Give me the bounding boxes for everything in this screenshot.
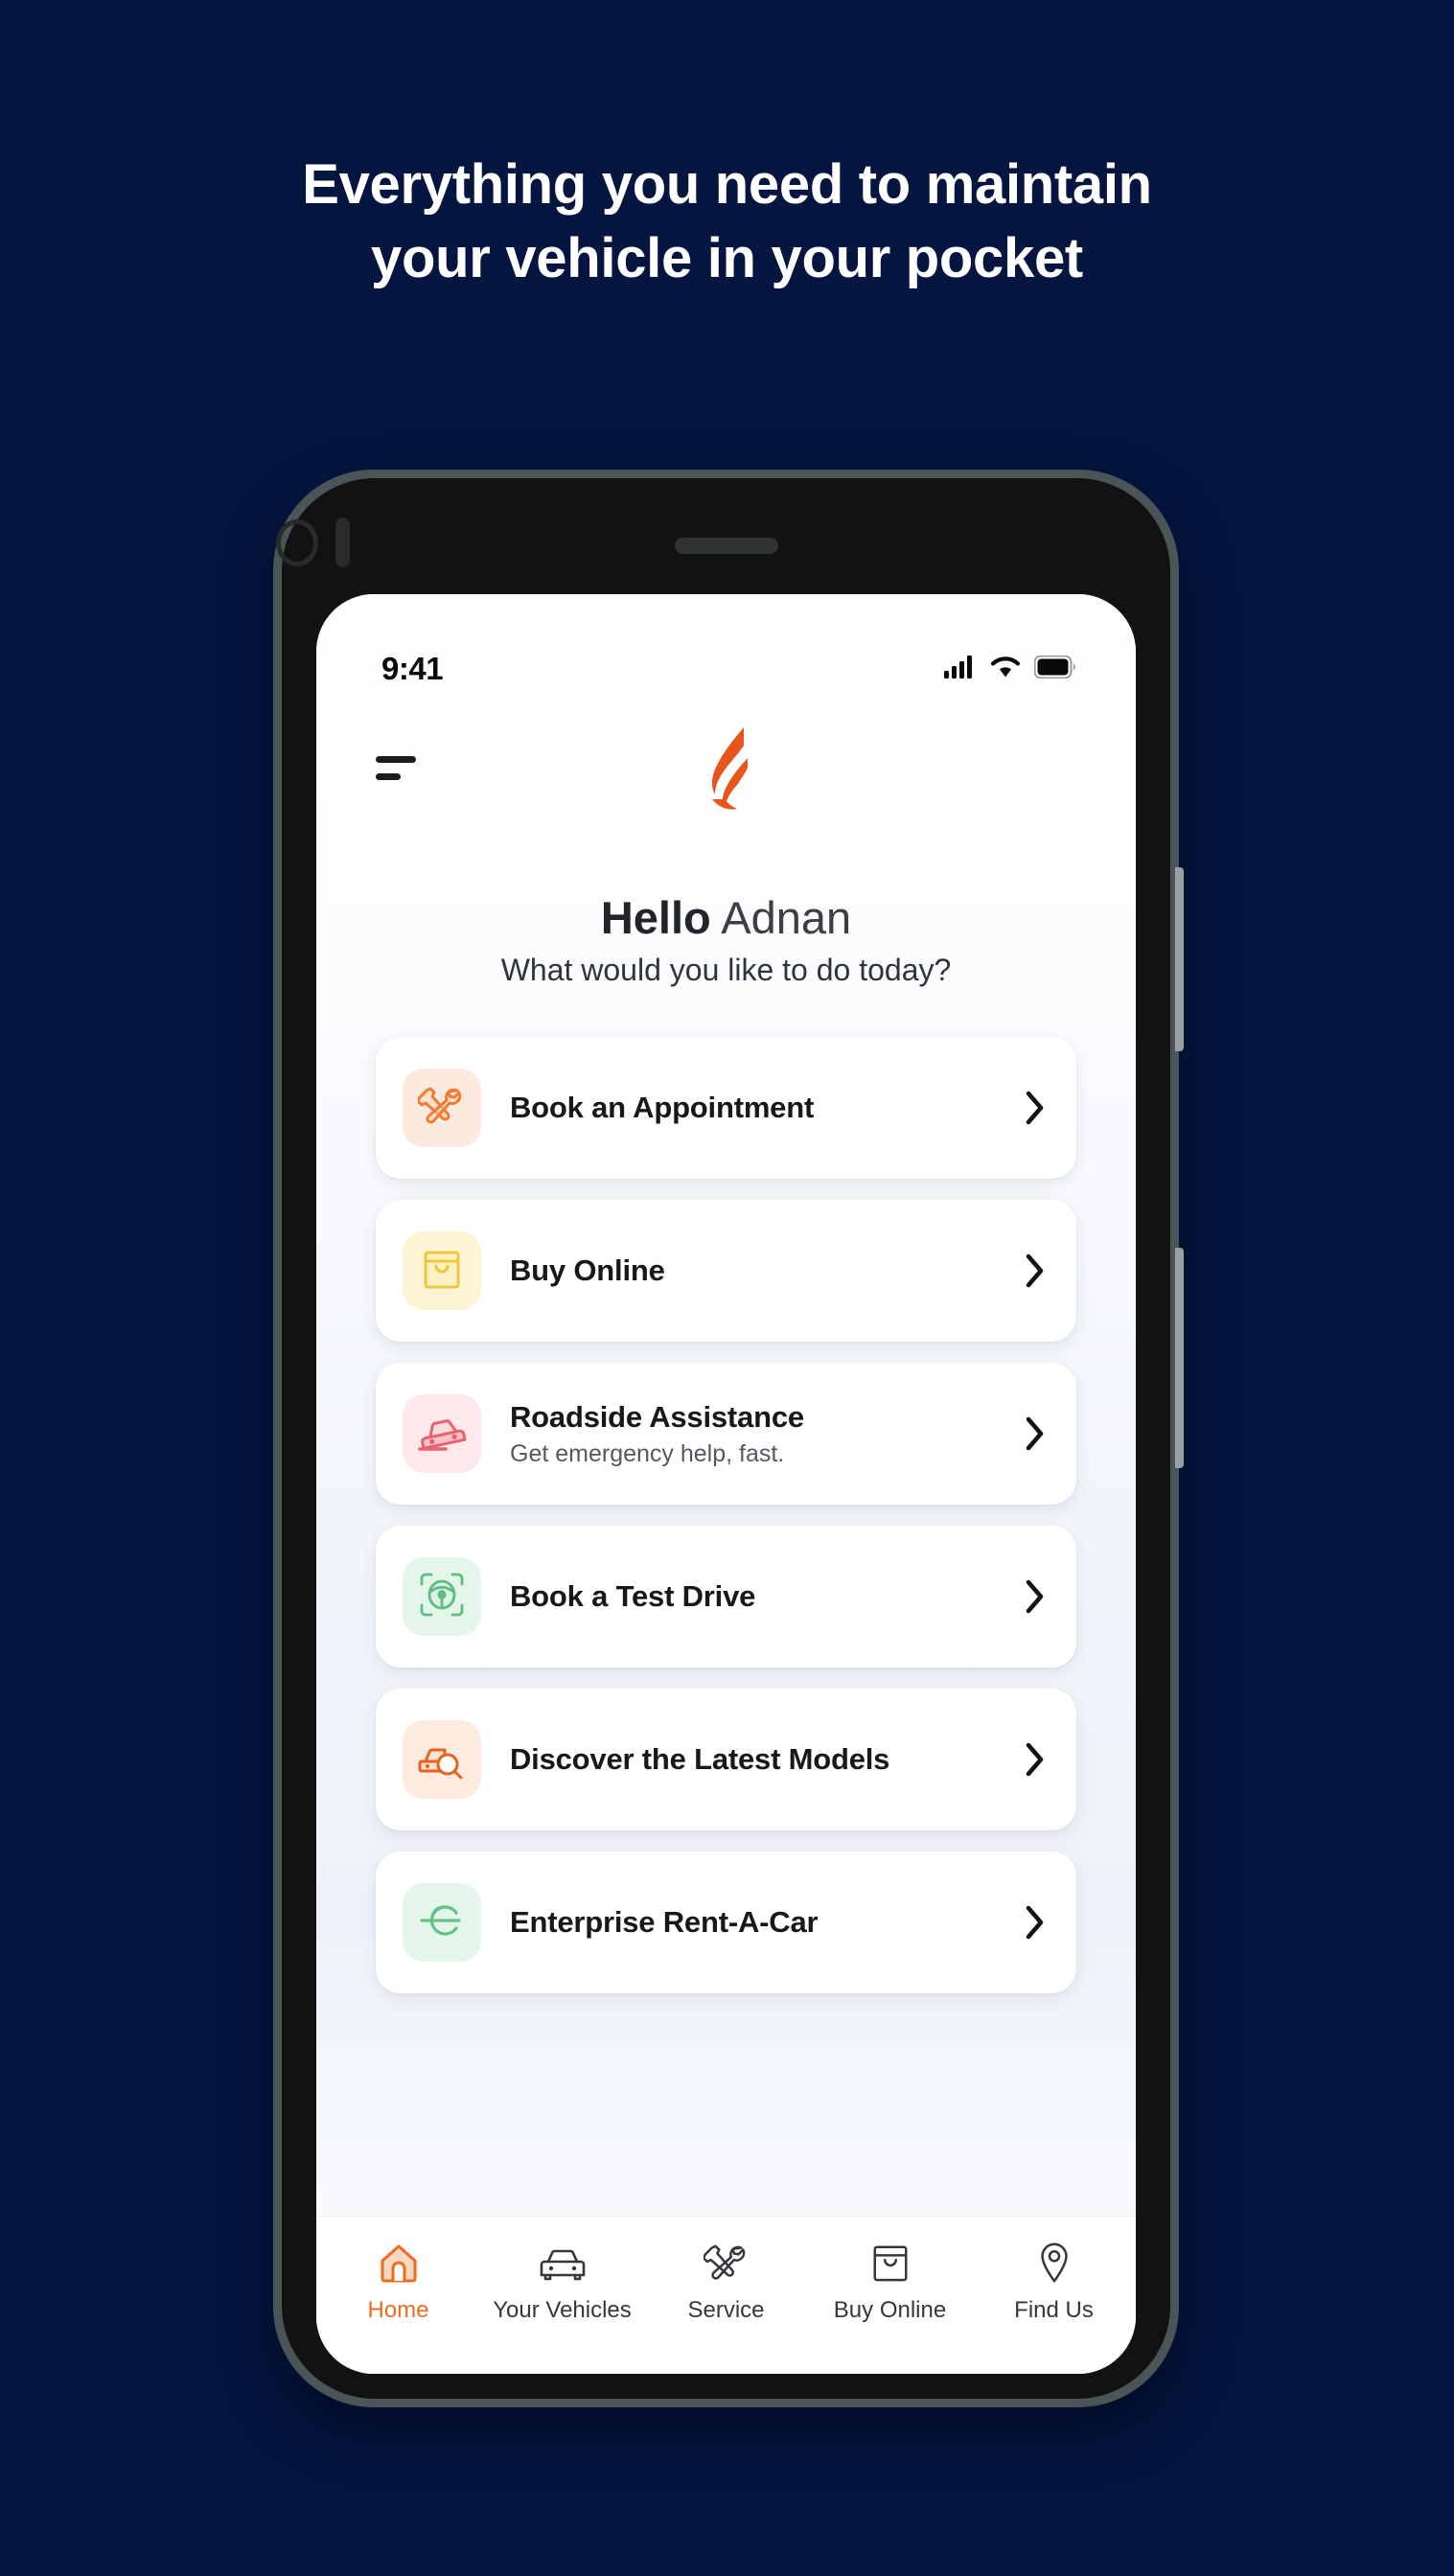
map-pin-icon: [1035, 2238, 1073, 2288]
front-camera-icon: [276, 519, 318, 566]
card-enterprise-rent-a-car[interactable]: Enterprise Rent-A-Car: [376, 1852, 1076, 1993]
card-title: Discover the Latest Models: [510, 1742, 890, 1777]
card-title: Enterprise Rent-A-Car: [510, 1905, 819, 1940]
card-text-block: Book an Appointment: [481, 1090, 1025, 1125]
shopping-bag-icon: [869, 2238, 912, 2288]
card-icon-container: [403, 1557, 481, 1636]
chevron-right-icon[interactable]: [1025, 1091, 1046, 1125]
home-icon: [377, 2238, 421, 2288]
status-icons: [944, 655, 1076, 683]
car-front-icon: [538, 2238, 588, 2288]
enterprise-e-logo-icon: [417, 1899, 467, 1946]
nav-item-home[interactable]: Home: [316, 2238, 480, 2324]
headline-line-1: Everything you need to maintain: [302, 153, 1152, 216]
card-book-an-appointment[interactable]: Book an Appointment: [376, 1037, 1076, 1179]
greeting-user-name: Adnan: [721, 892, 852, 943]
phone-volume-button[interactable]: [1175, 867, 1184, 1051]
chevron-right-icon[interactable]: [1025, 1254, 1046, 1288]
page-root: Everything you need to maintain your veh…: [0, 0, 1454, 2576]
tools-wrench-screwdriver-icon: [703, 2238, 750, 2288]
card-text-block: Discover the Latest Models: [481, 1741, 1025, 1777]
card-text-block: Book a Test Drive: [481, 1578, 1025, 1614]
tilted-car-breakdown-icon: [417, 1410, 467, 1459]
nav-item-buy-online[interactable]: Buy Online: [808, 2238, 972, 2324]
card-roadside-assistance[interactable]: Roadside Assistance Get emergency help, …: [376, 1363, 1076, 1505]
card-buy-online[interactable]: Buy Online: [376, 1200, 1076, 1342]
brand-flame-logo: [689, 724, 764, 821]
nav-label: Find Us: [1014, 2297, 1094, 2323]
cellular-signal-icon: [944, 655, 977, 683]
card-subtitle: Get emergency help, fast.: [510, 1440, 785, 1468]
marketing-headline: Everything you need to maintain your veh…: [0, 149, 1454, 295]
nav-label: Buy Online: [833, 2297, 947, 2323]
nav-label: Home: [367, 2297, 429, 2323]
card-title: Roadside Assistance: [510, 1399, 804, 1434]
greeting-prompt: What would you like to do today?: [500, 953, 952, 988]
card-title: Book a Test Drive: [510, 1579, 756, 1614]
chevron-right-icon[interactable]: [1025, 1579, 1046, 1614]
chevron-right-icon[interactable]: [1025, 1416, 1046, 1451]
greeting-block: Hello Adnan What would you like to do to…: [316, 891, 1136, 988]
card-icon-container: [403, 1231, 481, 1310]
phone-power-button[interactable]: [1175, 1248, 1184, 1468]
status-time: 9:41: [381, 651, 444, 686]
greeting-hello: Hello: [600, 892, 711, 943]
app-header: [316, 711, 1136, 824]
card-icon-container: [403, 1069, 481, 1147]
shopping-bag-icon: [420, 1245, 464, 1298]
proximity-sensor-icon: [335, 518, 350, 567]
card-title: Buy Online: [510, 1254, 665, 1288]
nav-item-your-vehicles[interactable]: Your Vehicles: [480, 2238, 644, 2324]
nav-item-service[interactable]: Service: [644, 2238, 808, 2324]
card-icon-container: [403, 1720, 481, 1799]
chevron-right-icon[interactable]: [1025, 1905, 1046, 1940]
chevron-right-icon[interactable]: [1025, 1742, 1046, 1777]
greeting-line: Hello Adnan: [316, 891, 1136, 944]
card-icon-container: [403, 1883, 481, 1962]
card-icon-container: [403, 1394, 481, 1473]
status-bar: 9:41: [316, 594, 1136, 711]
nav-label: Your Vehicles: [493, 2297, 632, 2323]
action-card-list: Book an Appointment Buy Online Roadside …: [316, 1037, 1136, 1993]
wifi-icon: [990, 656, 1021, 683]
earpiece-speaker-icon: [675, 538, 778, 554]
hamburger-line-2: [376, 772, 401, 780]
hamburger-line-1: [376, 755, 416, 763]
bottom-navigation-bar: Home Your Vehicles Service Buy Online Fi…: [316, 2216, 1136, 2374]
card-title: Book an Appointment: [510, 1091, 815, 1125]
card-text-block: Enterprise Rent-A-Car: [481, 1904, 1025, 1940]
hamburger-menu-icon[interactable]: [376, 755, 416, 780]
steering-wheel-icon: [418, 1571, 466, 1623]
card-text-block: Roadside Assistance Get emergency help, …: [481, 1399, 1025, 1468]
nav-item-find-us[interactable]: Find Us: [972, 2238, 1136, 2324]
nav-label: Service: [687, 2297, 765, 2323]
phone-screen: 9:41 Hello Adnan What would you like to …: [316, 594, 1136, 2374]
card-text-block: Buy Online: [481, 1253, 1025, 1288]
card-discover-the-latest-models[interactable]: Discover the Latest Models: [376, 1689, 1076, 1830]
card-book-a-test-drive[interactable]: Book a Test Drive: [376, 1526, 1076, 1668]
car-search-icon: [417, 1735, 467, 1785]
battery-icon: [1033, 655, 1076, 683]
headline-line-2: your vehicle in your pocket: [371, 226, 1083, 289]
tools-wrench-screwdriver-icon: [416, 1082, 466, 1135]
